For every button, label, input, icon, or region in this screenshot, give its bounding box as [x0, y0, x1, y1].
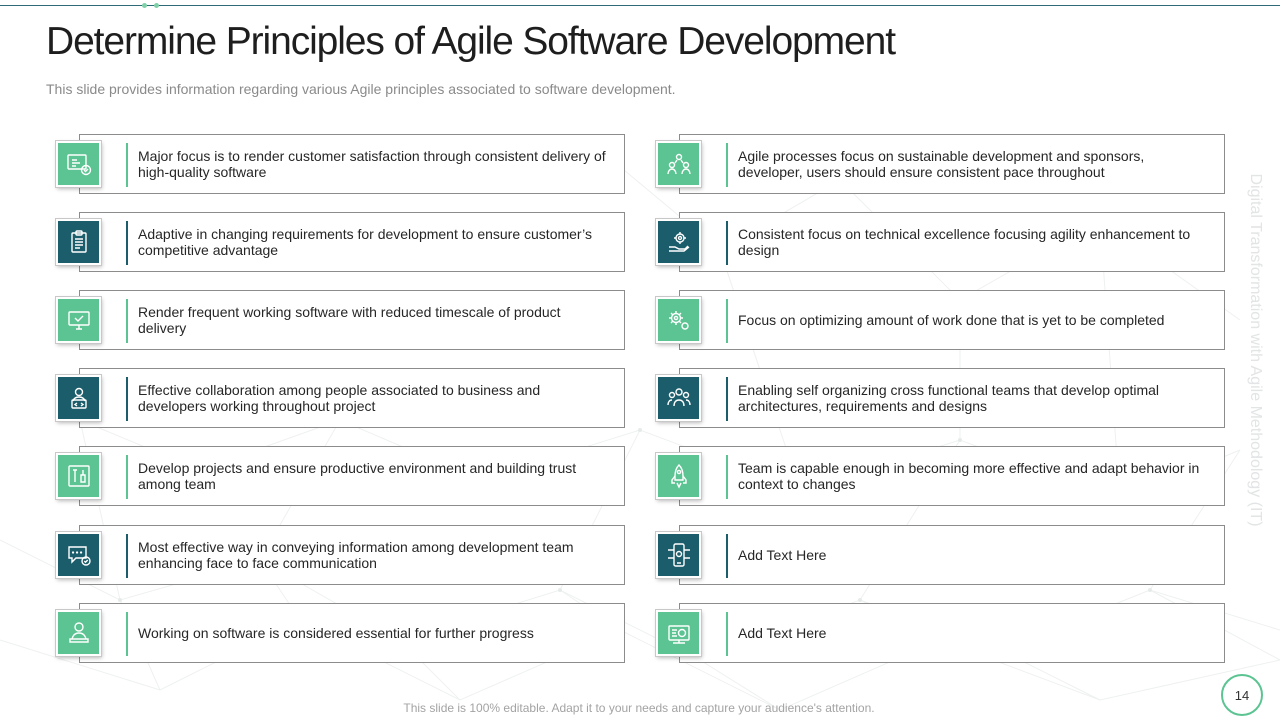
principle-text: Working on software is considered essent… [138, 625, 534, 641]
principle-card-left-4: Effective collaboration among people ass… [56, 368, 625, 428]
principle-card-right-1: Agile processes focus on sustainable dev… [656, 134, 1225, 194]
principle-text: Adaptive in changing requirements for de… [138, 226, 592, 258]
principle-card-left-1: Major focus is to render customer satisf… [56, 134, 625, 194]
card-divider [726, 221, 728, 265]
clipboard-icon [56, 219, 101, 265]
principle-card-right-3: Focus on optimizing amount of work done … [656, 290, 1225, 350]
hand-gear-icon [656, 219, 701, 265]
team-group-icon [656, 375, 701, 421]
top-accent-line [0, 5, 1280, 6]
principle-card-right-2: Consistent focus on technical excellence… [656, 212, 1225, 272]
gears-icon [656, 297, 701, 343]
card-divider [726, 612, 728, 656]
phone-circuit-icon [656, 532, 701, 578]
person-laptop-icon [56, 610, 101, 656]
principle-card-left-3: Render frequent working software with re… [56, 290, 625, 350]
tools-icon [56, 453, 101, 499]
principle-card-right-5: Team is capable enough in becoming more … [656, 446, 1225, 506]
card-divider [126, 221, 128, 265]
principle-text: Effective collaboration among people ass… [138, 382, 541, 414]
monitor-check-icon [56, 297, 101, 343]
principle-text: Add Text Here [738, 625, 827, 641]
side-label: Digital Transformation with Agile Method… [1247, 173, 1264, 527]
principle-text: Agile processes focus on sustainable dev… [738, 148, 1145, 180]
card-divider [726, 455, 728, 499]
top-accent-dot [154, 3, 159, 8]
slide-title: Determine Principles of Agile Software D… [46, 20, 896, 63]
principle-text: Team is capable enough in becoming more … [738, 460, 1200, 492]
chat-bubble-icon [56, 532, 101, 578]
dollar-board-icon [656, 610, 701, 656]
principle-card-right-4: Enabling self organizing cross functiona… [656, 368, 1225, 428]
principle-text: Develop projects and ensure productive e… [138, 460, 577, 492]
principle-card-right-6: Add Text Here [656, 525, 1225, 585]
card-divider [726, 377, 728, 421]
top-accent-dot [142, 3, 147, 8]
principle-text: Most effective way in conveying informat… [138, 539, 574, 571]
principle-text: Consistent focus on technical excellence… [738, 226, 1191, 258]
rocket-icon [656, 453, 701, 499]
footer-note: This slide is 100% editable. Adapt it to… [403, 701, 875, 715]
dashboard-check-icon [56, 141, 101, 187]
principle-card-left-5: Develop projects and ensure productive e… [56, 446, 625, 506]
card-divider [126, 455, 128, 499]
principle-card-right-7: Add Text Here [656, 603, 1225, 663]
team-network-icon [656, 141, 701, 187]
card-divider [126, 534, 128, 578]
principle-card-left-6: Most effective way in conveying informat… [56, 525, 625, 585]
card-divider [126, 299, 128, 343]
card-divider [726, 534, 728, 578]
principle-text: Render frequent working software with re… [138, 304, 561, 336]
principle-text: Major focus is to render customer satisf… [138, 148, 606, 180]
principle-card-left-7: Working on software is considered essent… [56, 603, 625, 663]
card-divider [126, 612, 128, 656]
card-divider [126, 377, 128, 421]
principle-card-left-2: Adaptive in changing requirements for de… [56, 212, 625, 272]
principle-text: Focus on optimizing amount of work done … [738, 312, 1165, 328]
slide-subtitle: This slide provides information regardin… [46, 81, 676, 97]
principle-text: Add Text Here [738, 547, 827, 563]
developer-laptop-icon [56, 375, 101, 421]
card-divider [726, 143, 728, 187]
principle-text: Enabling self organizing cross functiona… [738, 382, 1160, 414]
card-divider [126, 143, 128, 187]
card-divider [726, 299, 728, 343]
